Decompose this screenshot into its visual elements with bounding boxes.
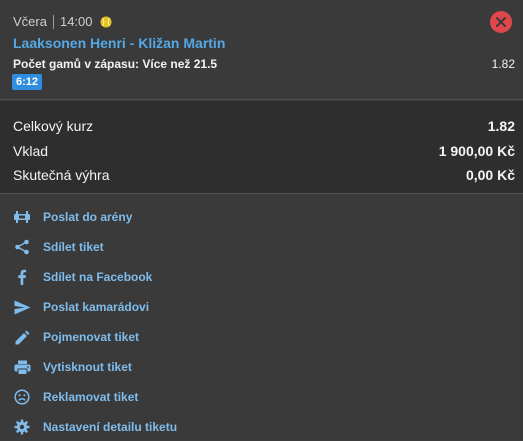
action-label: Poslat do arény xyxy=(43,210,133,224)
share-icon xyxy=(13,238,31,256)
pencil-icon xyxy=(13,328,31,346)
send-to-arena-action[interactable]: Poslat do arény xyxy=(0,203,523,231)
action-label: Vytisknout tiket xyxy=(43,360,132,374)
close-icon xyxy=(496,17,506,27)
close-button[interactable] xyxy=(490,11,512,33)
total-odds-row: Celkový kurz 1.82 xyxy=(13,118,515,134)
ticket-summary: Celkový kurz 1.82 Vklad 1 900,00 Kč Skut… xyxy=(0,101,523,194)
market-name: Počet gamů v zápasu: Více než 21.5 xyxy=(13,57,218,71)
win-row: Skutečná výhra 0,00 Kč xyxy=(13,167,515,183)
printer-icon xyxy=(13,358,31,376)
tennis-ball-icon xyxy=(100,16,112,27)
send-icon xyxy=(13,298,31,316)
market-row: Počet gamů v zápasu: Více než 21.5 1.82 xyxy=(13,57,515,71)
action-label: Nastavení detailu tiketu xyxy=(43,420,178,434)
send-to-friend-action[interactable]: Poslat kamarádovi xyxy=(0,293,523,321)
score-badge: 6:12 xyxy=(12,74,43,90)
stake-row: Vklad 1 900,00 Kč xyxy=(13,143,515,159)
bet-day: Včera xyxy=(13,14,47,29)
ticket-detail-settings-action[interactable]: Nastavení detailu tiketu xyxy=(0,413,523,441)
action-label: Reklamovat tiket xyxy=(43,390,139,404)
stake-label: Vklad xyxy=(13,143,49,159)
meta-divider xyxy=(52,14,54,29)
ticket-actions: Poslat do arény Sdílet tiket Sdílet na F… xyxy=(0,195,523,438)
facebook-icon xyxy=(13,268,31,286)
stake-value: 1 900,00 Kč xyxy=(438,143,515,159)
bet-meta: Včera 14:00 xyxy=(13,14,112,29)
action-label: Sdílet na Facebook xyxy=(43,270,153,284)
share-facebook-action[interactable]: Sdílet na Facebook xyxy=(0,263,523,291)
win-value: 0,00 Kč xyxy=(465,167,515,183)
sad-face-icon xyxy=(13,388,31,406)
complain-ticket-action[interactable]: Reklamovat tiket xyxy=(0,383,523,411)
win-label: Skutečná výhra xyxy=(13,167,110,183)
arena-icon xyxy=(13,208,31,226)
total-odds-label: Celkový kurz xyxy=(13,118,94,134)
action-label: Pojmenovat tiket xyxy=(43,330,140,344)
action-label: Sdílet tiket xyxy=(43,240,104,254)
match-title-link[interactable]: Laaksonen Henri - Kližan Martin xyxy=(13,35,225,51)
bet-time: 14:00 xyxy=(59,14,93,29)
action-label: Poslat kamarádovi xyxy=(43,300,150,314)
rename-ticket-action[interactable]: Pojmenovat tiket xyxy=(0,323,523,351)
total-odds-value: 1.82 xyxy=(487,118,515,134)
market-odds: 1.82 xyxy=(491,57,515,71)
share-ticket-action[interactable]: Sdílet tiket xyxy=(0,233,523,261)
gear-icon xyxy=(13,418,31,436)
bet-card: Včera 14:00 Laaksonen Henri - Kližan Mar… xyxy=(0,0,523,100)
print-ticket-action[interactable]: Vytisknout tiket xyxy=(0,353,523,381)
